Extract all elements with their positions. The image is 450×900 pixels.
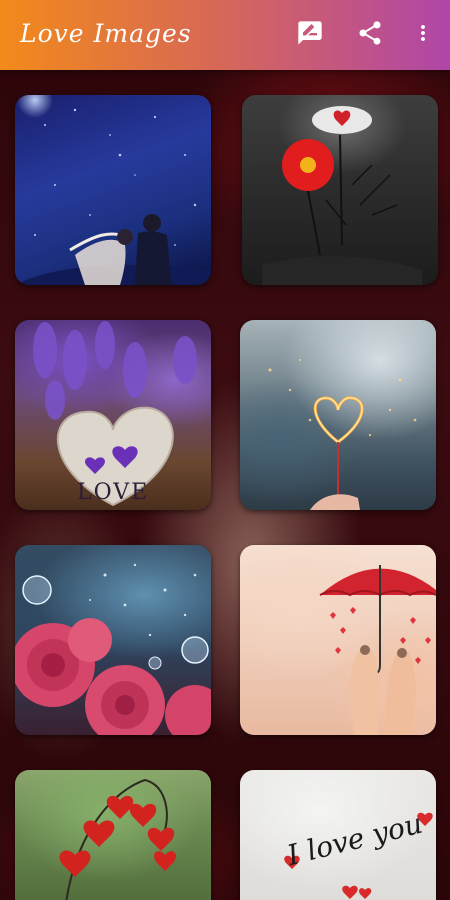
red-flower-image — [242, 95, 438, 285]
image-card-sparkler-heart[interactable] — [240, 320, 436, 510]
app-title: Love Images — [20, 19, 192, 48]
hanging-hearts-image — [15, 770, 211, 900]
image-grid: LOVE I love you — [0, 70, 450, 900]
app-bar: Love Images — [0, 0, 450, 70]
image-card-umbrella-fingers[interactable] — [240, 545, 436, 735]
sparkler-heart-image — [240, 320, 436, 510]
roses-bubbles-image — [15, 545, 211, 735]
image-card-couple-night[interactable] — [15, 95, 211, 285]
image-card-paper-love-you[interactable]: I love you — [240, 770, 436, 900]
rate-review-button[interactable] — [294, 19, 326, 51]
more-vert-icon — [411, 19, 435, 51]
love-text: LOVE — [77, 480, 150, 505]
image-card-lavender-heart[interactable]: LOVE — [15, 320, 211, 510]
couple-night-sky-image — [15, 95, 211, 285]
umbrella-fingers-image — [240, 545, 436, 735]
share-icon — [356, 19, 384, 51]
image-card-hanging-hearts[interactable] — [15, 770, 211, 900]
image-card-roses-bubbles[interactable] — [15, 545, 211, 735]
share-button[interactable] — [354, 19, 386, 51]
more-options-button[interactable] — [407, 19, 439, 51]
rate-review-icon — [296, 19, 324, 51]
image-card-red-flower[interactable] — [242, 95, 438, 285]
paper-love-you-image: I love you — [240, 770, 436, 900]
lavender-heart-image: LOVE — [15, 320, 211, 510]
